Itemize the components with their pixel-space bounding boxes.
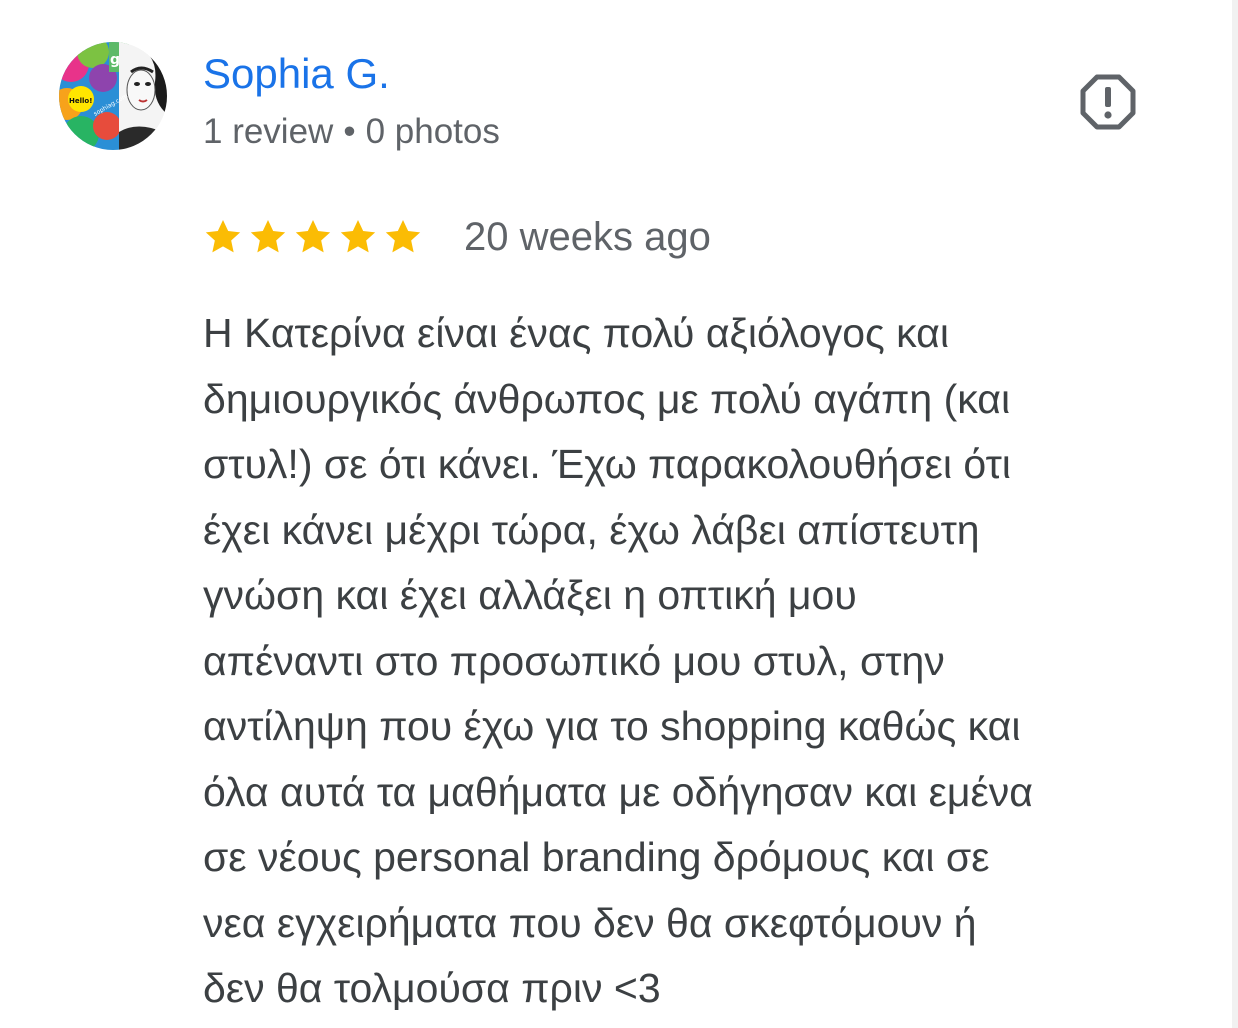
review-text-line: Η Κατερίνα είναι ένας πολύ αξιόλογος και	[203, 310, 949, 356]
reviewer-name[interactable]: Sophia G.	[203, 49, 390, 99]
avatar-hello-text: Hello!	[69, 97, 92, 105]
star-icon	[293, 217, 333, 257]
review-text-line: δεν θα τολμούσα πριν <3	[203, 965, 661, 1011]
review-text-line: σε νέους personal branding δρόμους και σ…	[203, 834, 990, 880]
report-review-button[interactable]	[1080, 74, 1136, 130]
avatar-image: g Hello! sophiag.com	[59, 42, 167, 150]
star-icon	[203, 217, 243, 257]
review-text-line: δημιουργικός άνθρωπος με πολύ αγάπη (και	[203, 375, 1011, 422]
star-icon	[383, 217, 423, 257]
review-text-line: έχει κάνει μέχρι τώρα, έχω λάβει απίστευ…	[203, 506, 980, 553]
review-text: Η Κατερίνα είναι ένας πολύ αξιόλογος και…	[203, 301, 1203, 1022]
photo-count: 0 photos	[365, 112, 500, 151]
star-rating	[203, 217, 428, 257]
reviewer-avatar[interactable]: g Hello! sophiag.com	[59, 42, 167, 150]
review-text-line: απέναντι στο προσωπικό μου στυλ, στην	[203, 637, 945, 684]
report-octagon-icon	[1080, 74, 1136, 130]
meta-separator: •	[343, 112, 356, 151]
review-text-line: γνώση και έχει αλλάξει η οπτική μου	[203, 572, 857, 618]
avatar-badge-text: g	[110, 52, 120, 68]
review-text-line: αντίληψη που έχω για το shopping καθώς κ…	[203, 703, 1021, 749]
rating-row: 20 weeks ago	[203, 214, 711, 260]
star-icon	[248, 217, 288, 257]
star-icon	[338, 217, 378, 257]
review-text-line: όλα αυτά τα μαθήματα με οδήγησαν και εμέ…	[203, 768, 1034, 815]
review-text-line: νεα εγχειρήματα που δεν θα σκεφτόμουν ή	[203, 899, 977, 946]
scroll-edge	[1232, 0, 1238, 1028]
review-time: 20 weeks ago	[464, 215, 711, 259]
review-text-line: στυλ!) σε ότι κάνει. Έχω παρακολουθήσει …	[203, 441, 1011, 487]
review-count: 1 review	[203, 112, 334, 151]
reviewer-stats: 1 review • 0 photos	[203, 111, 500, 153]
